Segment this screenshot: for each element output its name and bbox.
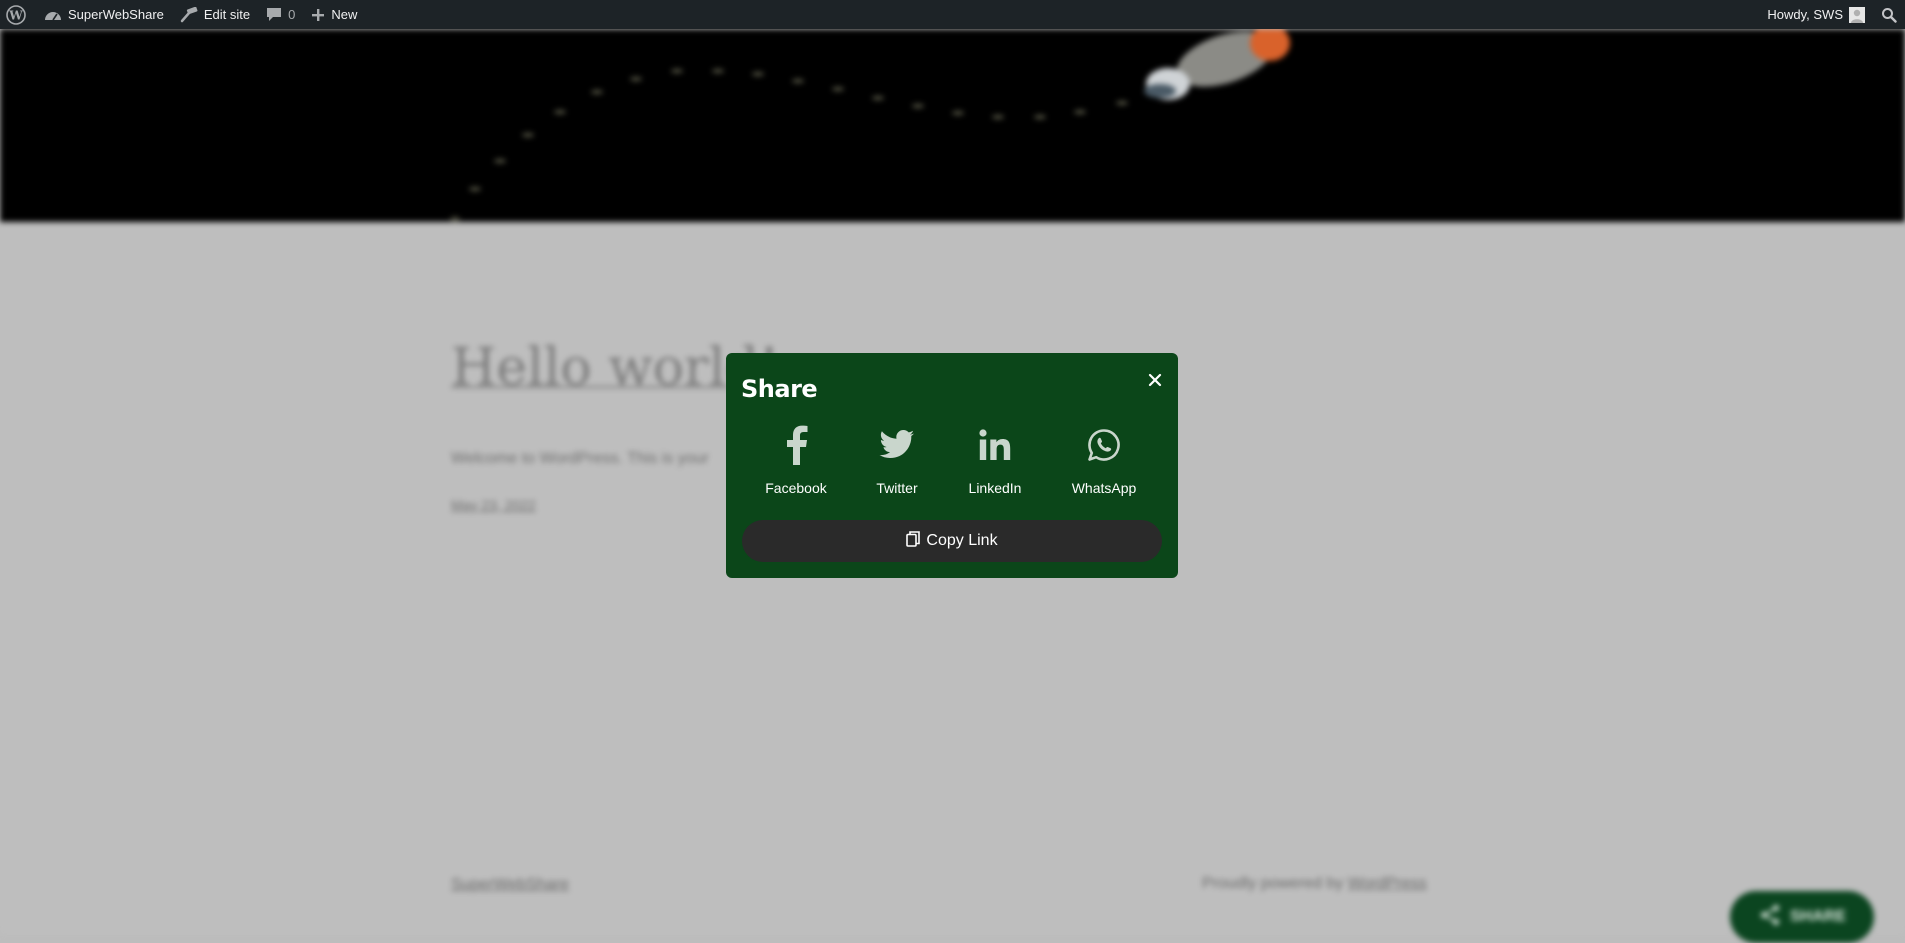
twitter-icon	[879, 421, 915, 469]
plus-icon	[311, 8, 325, 22]
close-icon	[1148, 373, 1162, 392]
linkedin-icon	[979, 421, 1011, 469]
new-content-button[interactable]: New	[303, 0, 365, 29]
floating-share-button[interactable]: SHARE	[1730, 891, 1874, 943]
share-linkedin-label: LinkedIn	[968, 480, 1022, 496]
share-whatsapp-label: WhatsApp	[1071, 480, 1137, 496]
comments-count: 0	[288, 7, 296, 22]
share-facebook-button[interactable]: Facebook	[746, 421, 846, 511]
share-facebook-label: Facebook	[765, 480, 827, 496]
bird-flight-image	[450, 29, 1290, 221]
comment-icon	[266, 7, 282, 22]
svg-text:W: W	[8, 8, 23, 22]
comments-link[interactable]: 0	[258, 0, 303, 29]
copy-icon	[906, 530, 921, 552]
facebook-icon	[784, 421, 808, 469]
share-icon	[1758, 903, 1782, 932]
footer-site-title[interactable]: SuperWebShare	[451, 876, 569, 894]
dashboard-icon	[44, 8, 62, 22]
edit-site-link[interactable]: Edit site	[172, 0, 258, 29]
site-name-link[interactable]: SuperWebShare	[36, 0, 172, 29]
footer-credit: Proudly powered by WordPress	[1202, 875, 1427, 893]
new-label: New	[331, 7, 358, 22]
brush-icon	[180, 6, 198, 23]
copy-link-label: Copy Link	[926, 532, 998, 549]
admin-bar: W SuperWebShare Edit site 0 New Howdy, S…	[0, 0, 1905, 29]
admin-bar-left: W SuperWebShare Edit site 0 New	[0, 0, 365, 29]
search-button[interactable]	[1873, 0, 1905, 29]
avatar	[1849, 6, 1865, 23]
search-icon	[1881, 7, 1897, 23]
wordpress-logo-icon: W	[6, 4, 26, 25]
site-name-label: SuperWebShare	[68, 7, 164, 22]
share-twitter-label: Twitter	[876, 480, 918, 496]
whatsapp-icon	[1087, 421, 1121, 469]
share-whatsapp-button[interactable]: WhatsApp	[1054, 421, 1154, 511]
share-twitter-button[interactable]: Twitter	[847, 421, 947, 511]
greeting-text: Howdy, SWS	[1767, 7, 1843, 22]
footer-credit-prefix: Proudly powered by	[1202, 875, 1344, 892]
post-date[interactable]: May 23, 2022	[451, 497, 536, 513]
close-button[interactable]	[1144, 371, 1166, 393]
post-excerpt: Welcome to WordPress. This is your	[451, 450, 709, 467]
share-options: Facebook Twitter LinkedIn WhatsApp	[726, 421, 1178, 511]
share-dialog: Share Facebook Twitter LinkedIn WhatsApp…	[726, 353, 1178, 578]
floating-share-label: SHARE	[1789, 908, 1846, 925]
wordpress-logo-button[interactable]: W	[0, 0, 36, 29]
edit-site-label: Edit site	[203, 7, 251, 22]
my-account-menu[interactable]: Howdy, SWS	[1759, 0, 1873, 29]
copy-link-button[interactable]: Copy Link	[742, 520, 1162, 562]
share-linkedin-button[interactable]: LinkedIn	[945, 421, 1045, 511]
footer-wordpress-link[interactable]: WordPress	[1348, 875, 1427, 892]
admin-bar-right: Howdy, SWS	[1759, 0, 1905, 29]
share-dialog-title: Share	[741, 375, 818, 403]
header-image	[0, 29, 1905, 222]
